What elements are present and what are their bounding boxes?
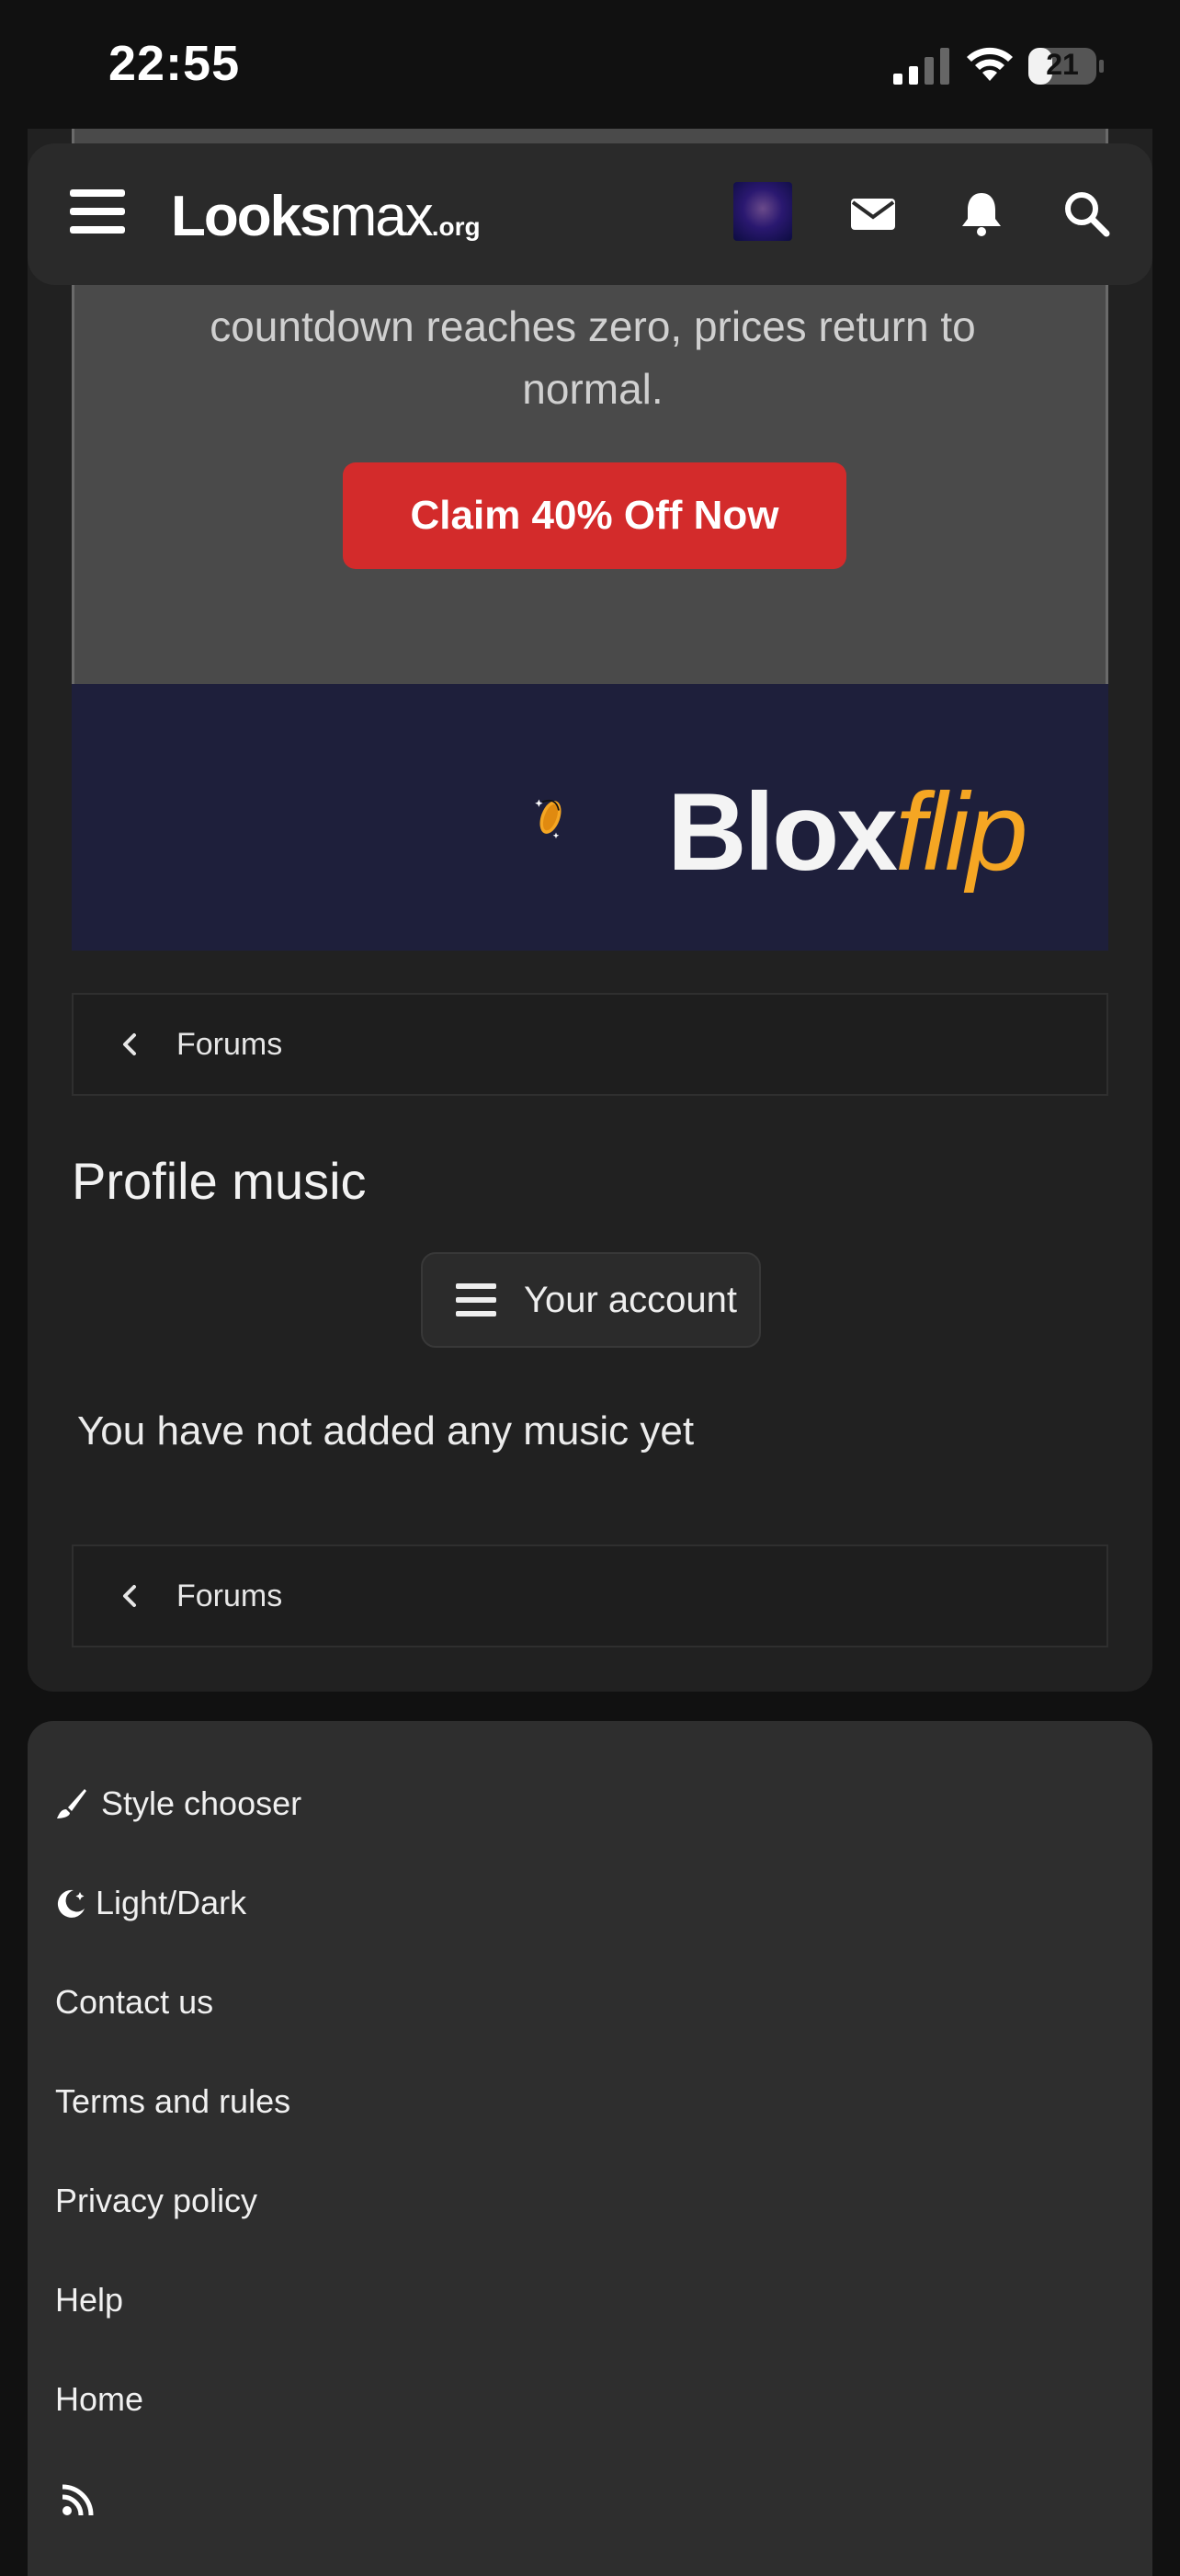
breadcrumb-forums-top[interactable]: Forums	[72, 993, 1108, 1096]
footer-contact-us[interactable]: Contact us	[55, 1975, 213, 2030]
search-icon[interactable]	[1061, 188, 1112, 239]
breadcrumb-forums-bottom[interactable]: Forums	[72, 1544, 1108, 1647]
hamburger-menu-icon[interactable]	[70, 186, 125, 237]
bloxflip-wordmark: Bloxflip	[667, 769, 1027, 895]
promo-text-line2: countdown reaches zero, prices return to	[210, 302, 976, 350]
user-avatar[interactable]	[733, 182, 792, 241]
menu-icon	[456, 1283, 496, 1316]
status-time: 22:55	[108, 36, 241, 91]
your-account-button[interactable]: Your account	[421, 1252, 761, 1348]
bloxflip-brand-main: Blox	[667, 770, 898, 894]
logo-max: max	[329, 185, 434, 248]
footer-help[interactable]: Help	[55, 2273, 123, 2328]
bloxflip-brand-accent: flip	[895, 770, 1027, 894]
footer-light-dark[interactable]: Light/Dark	[55, 1875, 246, 1931]
footer-item-label: Home	[55, 2380, 144, 2418]
battery-indicator: 21	[1027, 46, 1105, 86]
mail-icon[interactable]	[847, 188, 899, 239]
footer: Style chooser Light/Dark Contact us Term…	[28, 1721, 1152, 2576]
footer-rss[interactable]	[55, 2473, 107, 2528]
bloxflip-logo-icon	[535, 799, 562, 839]
rss-icon	[62, 2484, 94, 2516]
bloxflip-ad-banner[interactable]: Bloxflip	[72, 684, 1108, 951]
site-logo[interactable]: Looksmax.org	[171, 184, 481, 249]
your-account-label: Your account	[524, 1279, 738, 1320]
footer-home[interactable]: Home	[55, 2372, 143, 2427]
battery-level: 21	[1046, 48, 1079, 81]
top-navigation-bar: Looksmax.org	[28, 143, 1152, 285]
footer-style-chooser[interactable]: Style chooser	[55, 1776, 301, 1831]
wifi-icon	[967, 47, 1013, 81]
footer-item-label: Terms and rules	[55, 2082, 291, 2120]
bell-icon[interactable]	[956, 188, 1007, 239]
main-content: of our End of Summer Sale. Once the coun…	[28, 129, 1152, 1692]
moon-icon	[57, 1889, 85, 1918]
promo-text-line3: normal.	[522, 365, 664, 413]
footer-item-label: Privacy policy	[55, 2182, 258, 2219]
empty-music-message: You have not added any music yet	[77, 1408, 695, 1453]
page-title: Profile music	[72, 1152, 367, 1210]
claim-discount-button[interactable]: Claim 40% Off Now	[343, 462, 846, 569]
footer-item-label: Help	[55, 2281, 124, 2319]
cellular-signal-icon	[893, 48, 949, 85]
footer-item-label: Style chooser	[101, 1784, 302, 1822]
footer-item-label: Contact us	[55, 1983, 214, 2021]
chevron-left-icon	[123, 1585, 136, 1607]
footer-privacy-policy[interactable]: Privacy policy	[55, 2173, 257, 2228]
logo-org: .org	[431, 212, 481, 241]
logo-main: Looks	[171, 185, 332, 248]
footer-item-label: Light/Dark	[96, 1884, 247, 1921]
status-bar: 22:55 21	[0, 0, 1180, 129]
breadcrumb-label: Forums	[176, 1578, 283, 1613]
brush-icon	[57, 1789, 86, 1818]
chevron-left-icon	[123, 1033, 136, 1055]
footer-terms-rules[interactable]: Terms and rules	[55, 2074, 290, 2129]
breadcrumb-label: Forums	[176, 1026, 283, 1062]
